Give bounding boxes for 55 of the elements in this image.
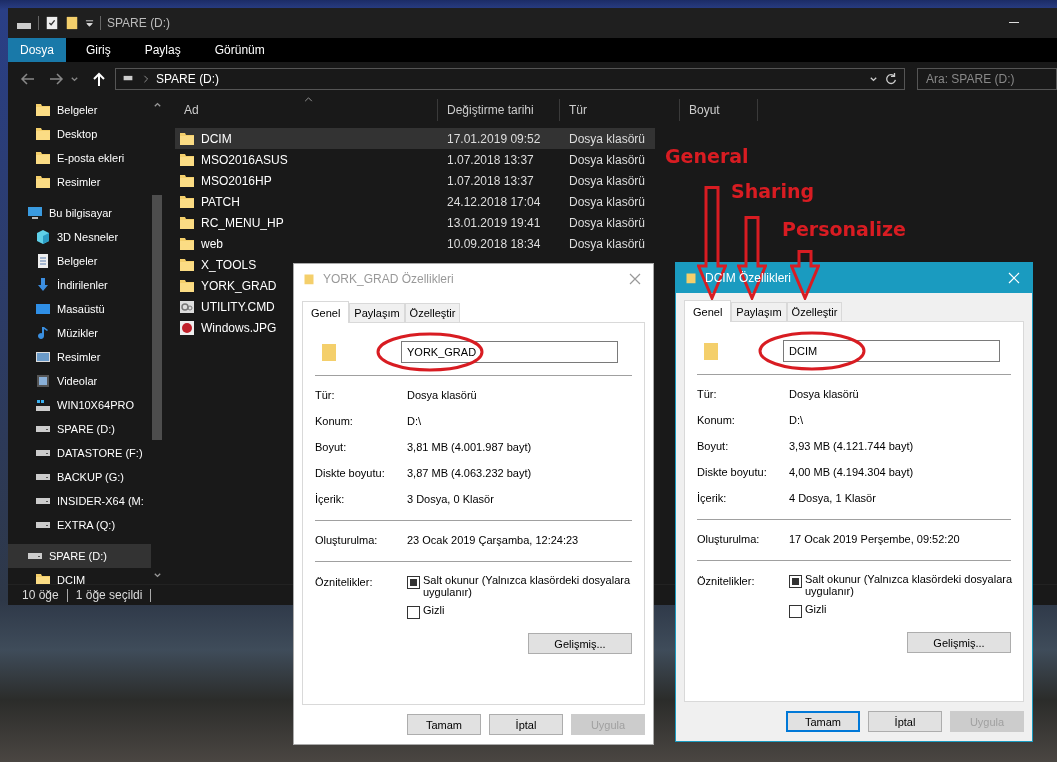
property-label: Diskte boyutu: (315, 467, 386, 479)
window-title: SPARE (D:) (107, 16, 171, 30)
property-label: Konum: (697, 414, 736, 426)
property-label: Tür: (315, 389, 336, 401)
property-value: 3 Dosya, 0 Klasör (407, 493, 494, 505)
type-cell: Dosya klasörü (569, 152, 646, 167)
property-value: 3,93 MB (4.121.744 bayt) (789, 440, 914, 452)
property-value: Dosya klasörü (789, 388, 859, 400)
file-name: MSO2016ASUS (201, 152, 288, 167)
property-label: Öznitelikler: (697, 574, 756, 587)
date-cell: 17.01.2019 09:52 (447, 131, 541, 146)
file-name: YORK_GRAD (201, 278, 277, 293)
annotation-label: General (665, 145, 749, 167)
property-label: Öznitelikler: (315, 575, 374, 588)
dialog-title: YORK_GRAD Özellikleri (323, 272, 454, 286)
property-label: Oluşturulma: (697, 533, 761, 545)
property-label: Boyut: (697, 440, 730, 452)
property-label: Konum: (315, 415, 354, 427)
file-name: DCIM (201, 131, 232, 146)
property-label: İçerik: (697, 492, 728, 504)
status-text: 10 öğe (22, 588, 59, 602)
file-name: UTILITY.CMD (201, 299, 275, 314)
annotation-label: Personalize (782, 218, 906, 240)
annotation-label: Sharing (731, 180, 815, 202)
file-name: RC_MENU_HP (201, 215, 284, 230)
file-name: web (201, 236, 223, 251)
type-cell: Dosya klasörü (569, 194, 646, 209)
file-name: MSO2016HP (201, 173, 272, 188)
property-value: 4,00 MB (4.194.304 bayt) (789, 466, 914, 478)
property-label: Oluşturulma: (315, 534, 379, 546)
status-text: 1 öğe seçildi (75, 588, 143, 602)
property-label: Diskte boyutu: (697, 466, 768, 478)
property-label: İçerik: (315, 493, 346, 505)
file-name: PATCH (201, 194, 240, 209)
property-value: 3,81 MB (4.001.987 bayt) (407, 441, 532, 453)
property-label: Tür: (697, 388, 718, 400)
date-cell: 1.07.2018 13:37 (447, 152, 534, 167)
property-value: 23 Ocak 2019 Çarşamba, 12:24:23 (407, 534, 579, 546)
type-cell: Dosya klasörü (569, 215, 646, 230)
type-cell: Dosya klasörü (569, 131, 646, 146)
date-cell: 13.01.2019 19:41 (447, 215, 541, 230)
property-value: 17 Ocak 2019 Perşembe, 09:52:20 (789, 533, 960, 545)
property-value: 3,87 MB (4.063.232 bayt) (407, 467, 532, 479)
date-cell: 10.09.2018 18:34 (447, 236, 541, 251)
type-cell: Dosya klasörü (569, 173, 646, 188)
file-name: Windows.JPG (201, 320, 277, 335)
property-value: 4 Dosya, 1 Klasör (789, 492, 876, 504)
property-label: Boyut: (315, 441, 348, 453)
date-cell: 24.12.2018 17:04 (447, 194, 541, 209)
property-value: D:\ (789, 414, 804, 426)
date-cell: 1.07.2018 13:37 (447, 173, 534, 188)
property-value: D:\ (407, 415, 422, 427)
type-cell: Dosya klasörü (569, 236, 646, 251)
file-name: X_TOOLS (201, 257, 257, 272)
property-value: Dosya klasörü (407, 389, 477, 401)
